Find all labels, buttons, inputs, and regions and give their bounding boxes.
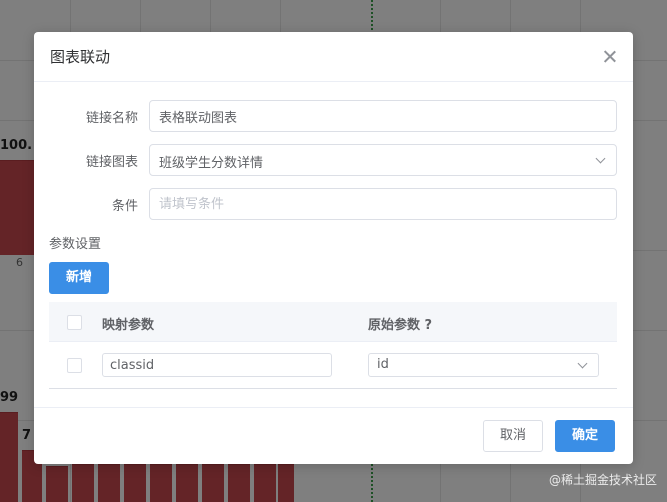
form-row-condition: 条件 bbox=[34, 188, 633, 220]
params-table: 映射参数 原始参数 ? id bbox=[49, 302, 617, 389]
chart-link-dialog: 图表联动 链接名称 链接图表 班级学生分数详情 条件 参数设置 新增 映射参数 … bbox=[34, 32, 633, 464]
watermark: @稀土掘金技术社区 bbox=[548, 473, 657, 487]
condition-label: 条件 bbox=[111, 199, 138, 214]
confirm-button[interactable]: 确定 bbox=[555, 420, 615, 452]
mapped-param-input[interactable] bbox=[102, 353, 332, 377]
footer-divider bbox=[34, 407, 633, 408]
cancel-button[interactable]: 取消 bbox=[483, 420, 543, 452]
select-all-checkbox[interactable] bbox=[67, 315, 82, 330]
table-header: 映射参数 原始参数 ? bbox=[49, 302, 617, 342]
link-chart-label: 链接图表 bbox=[85, 155, 138, 170]
condition-input[interactable] bbox=[149, 188, 617, 220]
add-param-button[interactable]: 新增 bbox=[49, 262, 109, 294]
chevron-down-icon bbox=[595, 153, 606, 164]
dialog-title: 图表联动 bbox=[50, 48, 111, 66]
link-chart-select[interactable]: 班级学生分数详情 bbox=[149, 144, 617, 176]
form-row-link-chart: 链接图表 班级学生分数详情 bbox=[34, 144, 633, 176]
header-mapped-param: 映射参数 bbox=[102, 318, 155, 333]
dialog-header: 图表联动 bbox=[34, 32, 633, 82]
row-checkbox[interactable] bbox=[67, 358, 82, 373]
chevron-down-icon bbox=[577, 358, 588, 369]
link-chart-value: 班级学生分数详情 bbox=[159, 156, 264, 171]
original-param-select[interactable]: id bbox=[368, 353, 599, 377]
params-section-title: 参数设置 bbox=[49, 237, 102, 252]
original-param-value: id bbox=[377, 357, 389, 372]
form-row-link-name: 链接名称 bbox=[34, 100, 633, 132]
link-name-input[interactable] bbox=[149, 100, 617, 132]
table-row: id bbox=[49, 342, 617, 389]
link-name-label: 链接名称 bbox=[85, 111, 138, 126]
close-icon[interactable] bbox=[599, 46, 621, 68]
header-original-param: 原始参数 ? bbox=[368, 318, 433, 333]
